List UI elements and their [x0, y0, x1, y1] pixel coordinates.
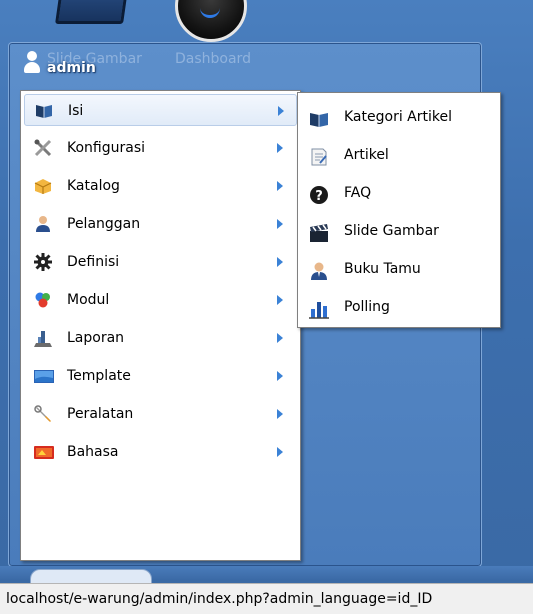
- menu-item-isi[interactable]: Isi: [24, 94, 297, 126]
- submenu-item-label: Polling: [344, 299, 390, 315]
- submenu-item-faq[interactable]: ? FAQ: [298, 175, 500, 213]
- menu-item-peralatan[interactable]: Peralatan: [24, 398, 297, 430]
- menu-item-modul[interactable]: Modul: [24, 284, 297, 316]
- chevron-right-icon: [277, 219, 283, 229]
- menu-item-label: Katalog: [67, 178, 120, 194]
- submenu-item-label: Buku Tamu: [344, 261, 421, 277]
- guestbook-icon: [309, 261, 329, 281]
- status-url: localhost/e-warung/admin/index.php?admin…: [6, 591, 433, 607]
- chevron-right-icon: [277, 181, 283, 191]
- report-icon: [34, 329, 52, 347]
- clapper-icon: [309, 223, 329, 243]
- wrench-icon: [34, 405, 52, 423]
- chevron-right-icon: [277, 143, 283, 153]
- menu-item-pelanggan[interactable]: Pelanggan: [24, 208, 297, 240]
- ghost-label-dashboard: Dashboard: [175, 51, 251, 67]
- menu-item-label: Peralatan: [67, 406, 134, 422]
- language-icon: [34, 443, 54, 461]
- chevron-right-icon: [278, 106, 284, 116]
- menu-item-label: Modul: [67, 292, 110, 308]
- menu-item-konfigurasi[interactable]: Konfigurasi: [24, 132, 297, 164]
- username: admin: [47, 60, 96, 76]
- submenu-item-label: Artikel: [344, 147, 389, 163]
- main-menu: Isi Konfigurasi Katalog Pelanggan Defini…: [20, 90, 301, 561]
- menu-item-bahasa[interactable]: Bahasa: [24, 436, 297, 468]
- menu-item-katalog[interactable]: Katalog: [24, 170, 297, 202]
- menu-item-laporan[interactable]: Laporan: [24, 322, 297, 354]
- desktop: Slide Gambar Dashboard admin Isi Konfigu…: [0, 0, 533, 614]
- chevron-right-icon: [277, 371, 283, 381]
- svg-text:?: ?: [315, 189, 323, 204]
- submenu-item-label: Slide Gambar: [344, 223, 439, 239]
- tools-icon: [34, 139, 52, 157]
- chevron-right-icon: [277, 447, 283, 457]
- template-icon: [34, 367, 54, 385]
- chevron-right-icon: [277, 409, 283, 419]
- chevron-right-icon: [277, 333, 283, 343]
- menu-item-definisi[interactable]: Definisi: [24, 246, 297, 278]
- menu-item-label: Laporan: [67, 330, 125, 346]
- submenu-isi: Kategori Artikel Artikel ? FAQ Slide Gam…: [297, 92, 501, 328]
- help-icon: ?: [309, 185, 329, 205]
- submenu-item-artikel[interactable]: Artikel: [298, 137, 500, 175]
- chevron-right-icon: [277, 257, 283, 267]
- user-icon: [34, 215, 52, 233]
- desktop-dashboard-icon[interactable]: [175, 0, 247, 42]
- chart-icon: [309, 299, 329, 319]
- browser-status-bar: localhost/e-warung/admin/index.php?admin…: [0, 583, 533, 614]
- menu-item-label: Bahasa: [67, 444, 119, 460]
- box-icon: [34, 177, 52, 195]
- menu-item-label: Template: [67, 368, 131, 384]
- menu-item-label: Konfigurasi: [67, 140, 146, 156]
- submenu-item-buku-tamu[interactable]: Buku Tamu: [298, 251, 500, 289]
- modules-icon: [34, 291, 52, 309]
- submenu-item-label: FAQ: [344, 185, 372, 201]
- menu-item-label: Isi: [68, 103, 84, 119]
- submenu-item-label: Kategori Artikel: [344, 109, 452, 125]
- submenu-item-slide-gambar[interactable]: Slide Gambar: [298, 213, 500, 251]
- submenu-item-kategori-artikel[interactable]: Kategori Artikel: [298, 99, 500, 137]
- menu-item-label: Pelanggan: [67, 216, 141, 232]
- desktop-monitor-icon[interactable]: [55, 0, 129, 24]
- menu-item-label: Definisi: [67, 254, 120, 270]
- category-icon: [309, 109, 329, 129]
- user-icon: [23, 51, 41, 73]
- article-icon: [309, 147, 329, 167]
- chevron-right-icon: [277, 295, 283, 305]
- submenu-item-polling[interactable]: Polling: [298, 289, 500, 327]
- gear-icon: [34, 253, 52, 271]
- content-icon: [35, 102, 53, 120]
- menu-item-template[interactable]: Template: [24, 360, 297, 392]
- panel-header: Slide Gambar Dashboard admin: [9, 43, 481, 79]
